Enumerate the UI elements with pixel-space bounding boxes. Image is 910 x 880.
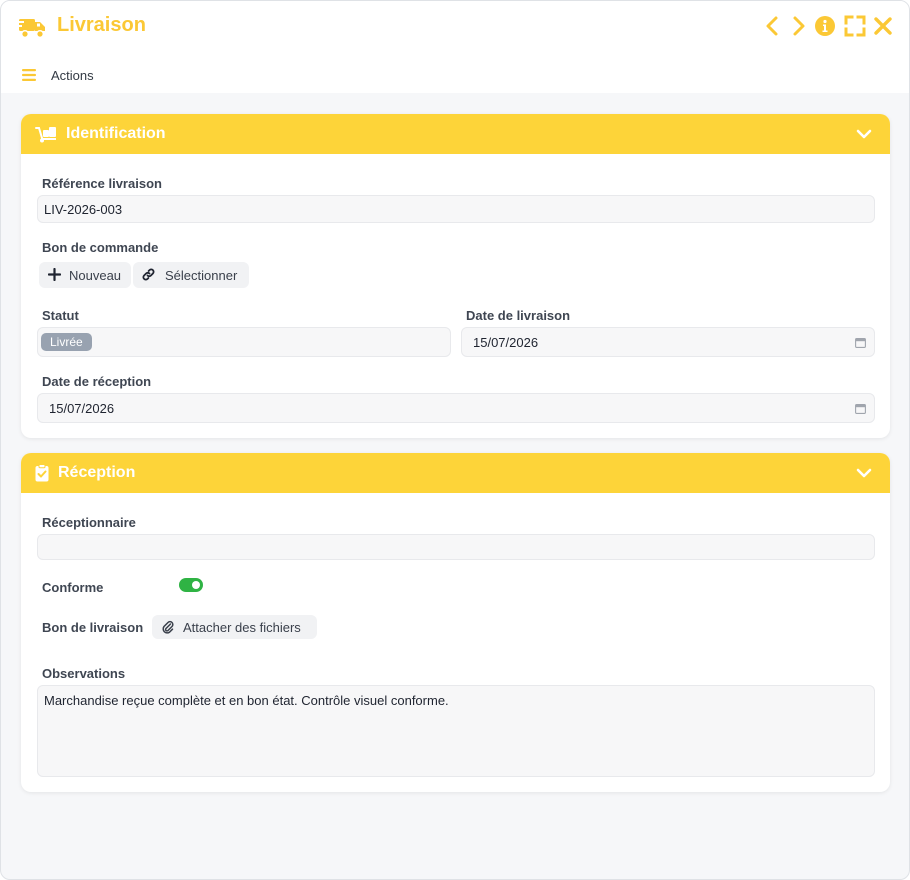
delivery-date-label: Date de livraison [466, 308, 571, 323]
chevron-down-icon[interactable] [856, 127, 872, 141]
compliant-toggle[interactable] [179, 578, 203, 592]
title-bar: Livraison [1, 1, 909, 55]
reception-header[interactable]: Réception [21, 453, 890, 493]
chevron-left-icon[interactable] [762, 15, 784, 37]
delivery-note-label: Bon de livraison [42, 620, 144, 635]
chevron-down-icon[interactable] [856, 466, 872, 480]
truck-icon [17, 19, 45, 39]
status-label: Statut [42, 308, 79, 323]
status-badge: Livrée [41, 333, 92, 351]
delivery-date-value: 15/07/2026 [473, 335, 539, 350]
chevron-right-icon[interactable] [787, 15, 809, 37]
toggle-knob [192, 581, 200, 589]
reception-date-value: 15/07/2026 [49, 401, 115, 416]
link-icon [142, 268, 155, 281]
identification-panel: Identification Référence livraison LIV-2… [21, 114, 890, 438]
receiver-label: Réceptionnaire [42, 515, 136, 530]
attach-label: Attacher des fichiers [183, 620, 301, 635]
observations-textarea[interactable]: Marchandise reçue complète et en bon éta… [37, 685, 875, 777]
identification-title: Identification [66, 125, 166, 142]
dolly-icon [35, 127, 56, 143]
clipboard-check-icon [35, 464, 49, 482]
fullscreen-icon[interactable] [844, 15, 866, 37]
reference-label: Référence livraison [42, 176, 162, 191]
new-label: Nouveau [69, 268, 122, 283]
info-icon[interactable] [814, 15, 836, 37]
observations-label: Observations [42, 666, 126, 681]
receiver-field[interactable] [37, 534, 875, 560]
reception-date-field[interactable]: 15/07/2026 [37, 393, 875, 423]
livraison-window: Livraison Actions Identification Référen… [0, 0, 910, 880]
identification-header[interactable]: Identification [21, 114, 890, 154]
reception-panel: Réception Réceptionnaire Conforme Bon de… [21, 453, 890, 792]
actions-menu[interactable]: Actions [51, 68, 94, 83]
paperclip-icon [162, 620, 174, 634]
close-icon[interactable] [872, 15, 894, 37]
toolbar: Actions [1, 55, 909, 93]
reception-date-label: Date de réception [42, 374, 152, 389]
calendar-icon[interactable] [855, 403, 866, 414]
compliant-label: Conforme [42, 580, 104, 595]
new-purchase-order-button[interactable]: Nouveau [39, 262, 131, 288]
delivery-date-field[interactable]: 15/07/2026 [461, 327, 875, 357]
window-title: Livraison [57, 14, 146, 36]
plus-icon [48, 268, 61, 281]
menu-icon[interactable] [22, 69, 36, 81]
reception-title: Réception [58, 464, 136, 481]
select-label: Sélectionner [165, 268, 238, 283]
purchase-order-label: Bon de commande [42, 240, 159, 255]
attach-files-button[interactable]: Attacher des fichiers [152, 615, 317, 639]
reference-field[interactable]: LIV-2026-003 [37, 195, 875, 223]
status-field[interactable]: Livrée [37, 327, 451, 357]
reference-value: LIV-2026-003 [44, 202, 123, 217]
select-purchase-order-button[interactable]: Sélectionner [133, 262, 249, 288]
calendar-icon[interactable] [855, 337, 866, 348]
